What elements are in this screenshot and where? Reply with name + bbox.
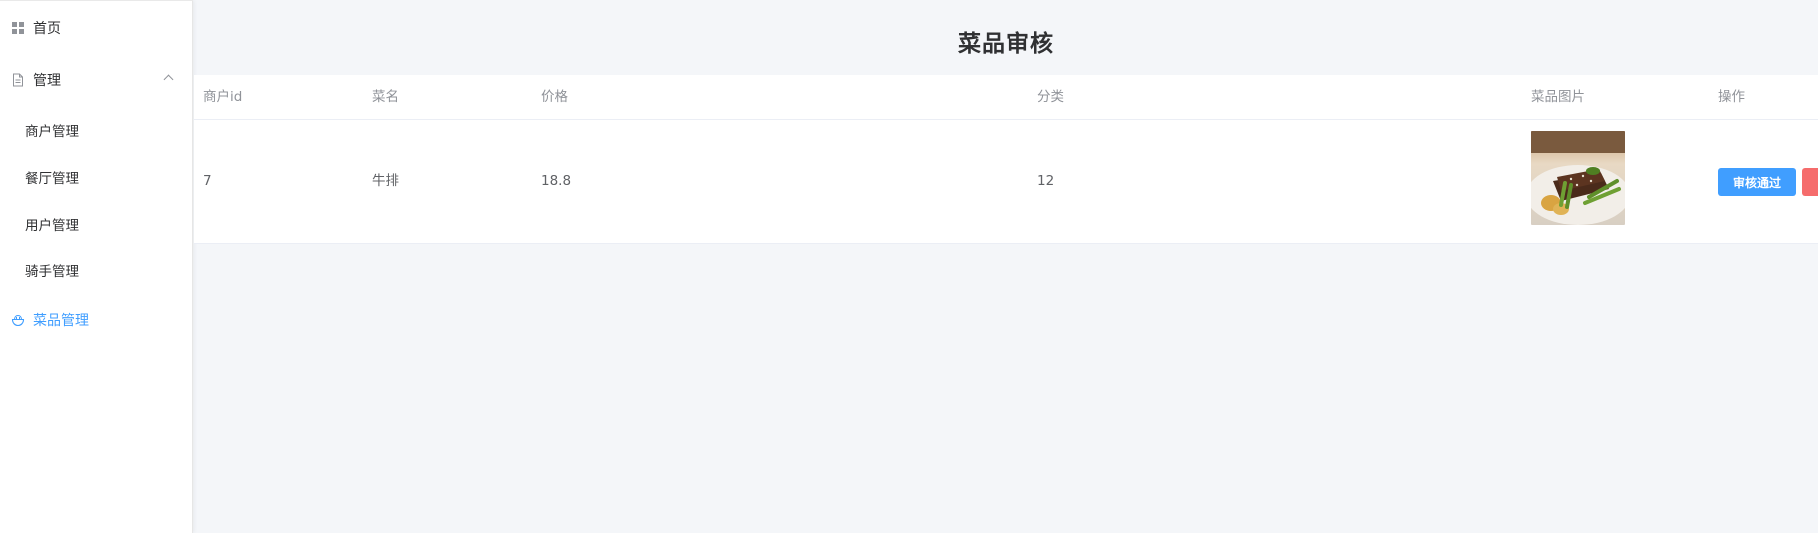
cell-category: 12 [1037, 173, 1055, 189]
sidebar-item-label: 管理 [33, 73, 61, 89]
document-icon [13, 73, 23, 87]
grid-icon [12, 22, 24, 34]
sidebar-item-label: 商户管理 [25, 124, 79, 140]
reject-button[interactable] [1802, 168, 1818, 196]
sidebar-item-rider[interactable]: 骑手管理 [0, 250, 193, 290]
sidebar-item-label: 骑手管理 [25, 264, 79, 280]
cell-dish-name: 牛排 [372, 173, 399, 189]
dish-image [1531, 131, 1625, 225]
column-header-actions: 操作 [1718, 89, 1745, 105]
column-header-merchant-id: 商户id [203, 89, 243, 105]
sidebar-item-label: 用户管理 [25, 218, 79, 234]
sidebar-top-divider [0, 0, 193, 1]
column-header-dish-image: 菜品图片 [1531, 89, 1585, 105]
app-root: 首页 管理 商户管理 餐厅管理 用户管理 骑手管理 菜品管理 菜品审核 商户id… [0, 0, 1818, 533]
page-title: 菜品审核 [958, 31, 1054, 57]
cell-price: 18.8 [541, 173, 572, 189]
sidebar-item-dish[interactable]: 菜品管理 [0, 298, 193, 342]
cell-merchant-id: 7 [203, 173, 212, 189]
sidebar-submenu-manage[interactable]: 管理 [0, 58, 193, 102]
table-row: 7 牛排 18.8 12 审核通过 [194, 120, 1818, 243]
column-header-price: 价格 [541, 89, 568, 105]
sidebar-item-merchant[interactable]: 商户管理 [0, 110, 193, 150]
sidebar-item-user[interactable]: 用户管理 [0, 204, 193, 244]
sidebar-item-restaurant[interactable]: 餐厅管理 [0, 157, 193, 197]
table-header: 商户id 菜名 价格 分类 菜品图片 操作 [194, 75, 1818, 120]
dish-review-table: 商户id 菜名 价格 分类 菜品图片 操作 7 牛排 18.8 12 审核通过 [194, 75, 1818, 244]
main-content: 菜品审核 商户id 菜名 价格 分类 菜品图片 操作 7 牛排 18.8 12 [194, 0, 1818, 533]
column-header-category: 分类 [1037, 89, 1064, 105]
sidebar-item-label: 餐厅管理 [25, 171, 79, 187]
sidebar-item-label: 首页 [33, 21, 61, 37]
bowl-icon [11, 314, 25, 327]
chevron-up-icon [163, 74, 174, 85]
sidebar-item-label: 菜品管理 [33, 313, 89, 329]
column-header-dish-name: 菜名 [372, 89, 399, 105]
sidebar: 首页 管理 商户管理 餐厅管理 用户管理 骑手管理 菜品管理 [0, 0, 193, 533]
approve-button[interactable]: 审核通过 [1718, 168, 1796, 196]
sidebar-item-home[interactable]: 首页 [0, 6, 193, 50]
